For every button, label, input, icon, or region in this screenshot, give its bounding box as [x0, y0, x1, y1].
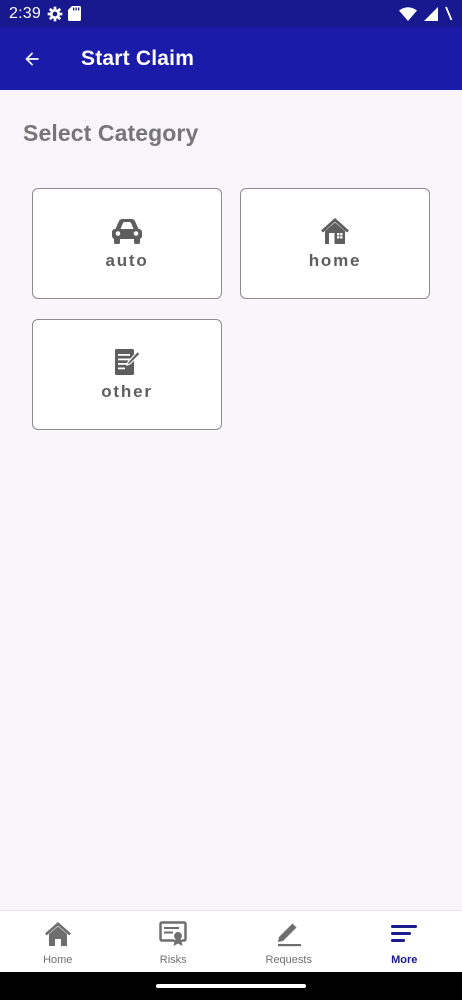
nav-item-requests[interactable]: Requests	[231, 911, 347, 972]
category-card-other[interactable]: other	[32, 319, 222, 430]
certificate-icon	[159, 921, 187, 946]
menu-lines-icon	[391, 925, 418, 942]
pencil-icon	[277, 923, 301, 947]
bottom-navigation: Home Risks Requests More	[0, 910, 462, 972]
wifi-icon	[399, 6, 417, 21]
sd-card-icon	[67, 6, 81, 21]
category-card-auto[interactable]: auto	[32, 188, 222, 299]
document-edit-icon	[115, 349, 141, 375]
home-icon	[44, 922, 71, 946]
arrow-left-icon	[25, 51, 39, 66]
section-title: Select Category	[23, 120, 199, 146]
category-label: auto	[105, 251, 149, 270]
nav-label: More	[391, 954, 418, 966]
gesture-navigation-bar	[0, 972, 462, 1000]
category-label: other	[101, 382, 153, 401]
nav-label: Home	[43, 954, 73, 966]
status-time: 2:39	[9, 4, 41, 22]
category-card-home[interactable]: home	[240, 188, 430, 299]
category-label: home	[308, 251, 362, 270]
car-icon	[112, 219, 142, 244]
cellular-signal-icon	[424, 6, 438, 21]
nav-item-more[interactable]: More	[347, 911, 462, 972]
nav-item-risks[interactable]: Risks	[116, 911, 232, 972]
battery-icon	[445, 6, 453, 21]
home-gesture-handle[interactable]	[156, 984, 306, 988]
status-left-icons	[47, 6, 81, 22]
house-icon	[321, 218, 349, 244]
page-title: Start Claim	[81, 46, 195, 70]
back-button[interactable]	[0, 27, 64, 90]
app-bar: Start Claim	[0, 27, 462, 90]
status-bar: 2:39	[0, 0, 462, 27]
nav-label: Requests	[265, 954, 312, 966]
status-right-icons	[399, 6, 453, 21]
nav-item-home[interactable]: Home	[0, 911, 116, 972]
nav-label: Risks	[159, 954, 187, 966]
settings-gear-icon	[47, 6, 63, 21]
